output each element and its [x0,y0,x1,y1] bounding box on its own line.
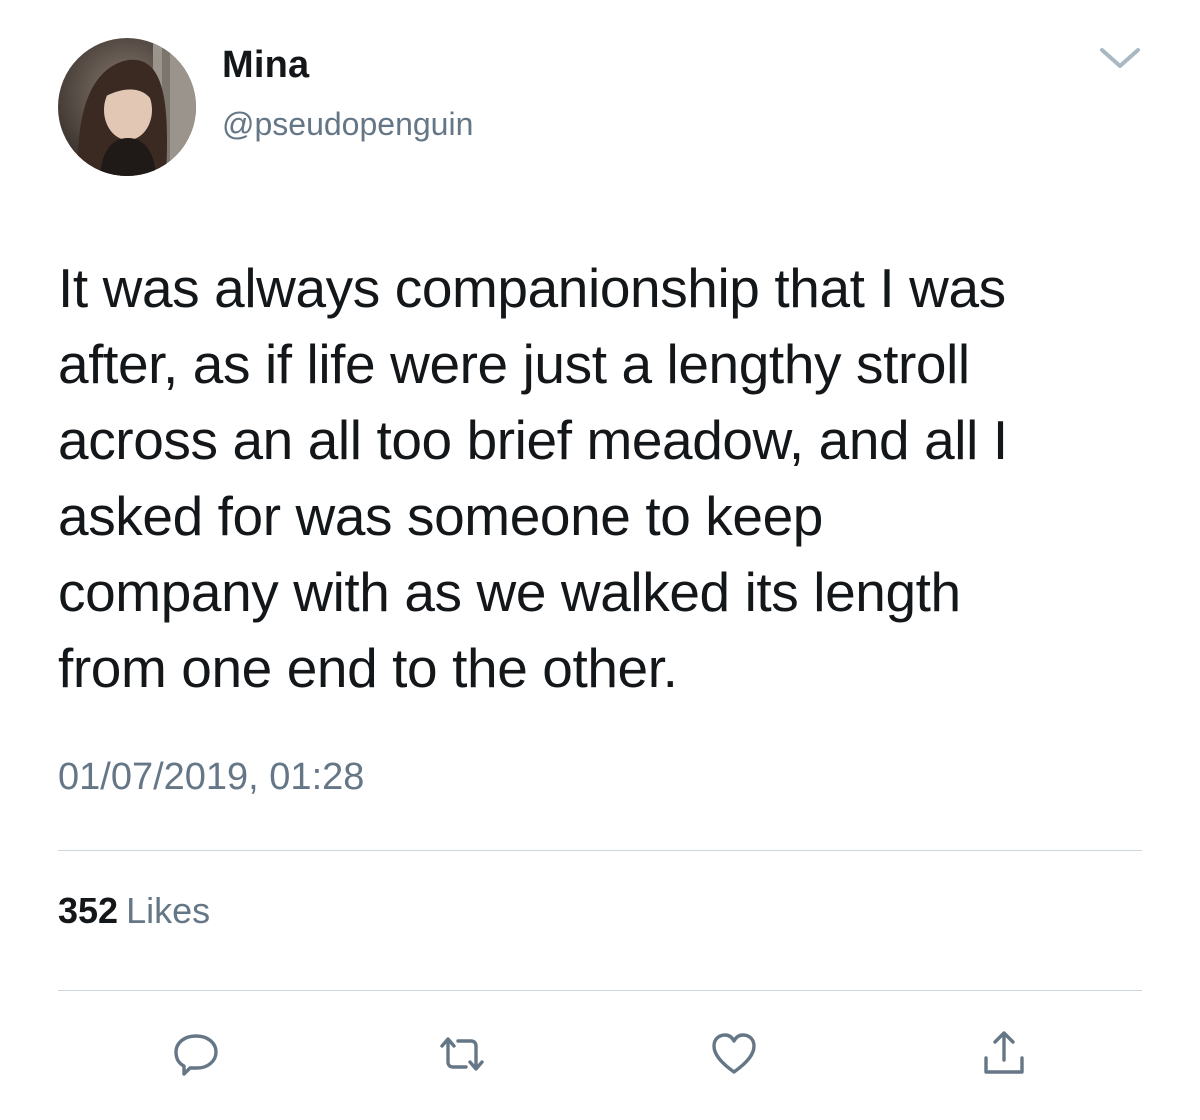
heart-icon [712,1033,756,1074]
avatar-image [58,38,196,176]
likes-count: 352 [58,890,119,931]
retweet-button[interactable] [434,1026,490,1082]
divider [58,990,1142,991]
display-name[interactable]: Mina [222,44,309,87]
avatar[interactable] [58,38,196,176]
action-bar [0,1020,1200,1090]
chevron-down-icon[interactable] [1096,40,1144,76]
user-handle[interactable]: @pseudopenguin [222,106,473,143]
reply-icon [174,1034,218,1076]
retweet-icon [440,1037,484,1071]
share-button[interactable] [976,1026,1032,1082]
like-button[interactable] [706,1026,762,1082]
divider [58,850,1142,851]
likes-label: Likes [126,890,211,931]
reply-button[interactable] [168,1026,224,1082]
tweet-card: Mina @pseudopenguin It was always compan… [0,0,1200,1120]
likes-stat[interactable]: 352 Likes [58,890,210,932]
share-icon [984,1031,1024,1074]
tweet-text: It was always companionship that I was a… [58,257,1008,699]
tweet-timestamp[interactable]: 01/07/2019, 01:28 [58,756,364,799]
